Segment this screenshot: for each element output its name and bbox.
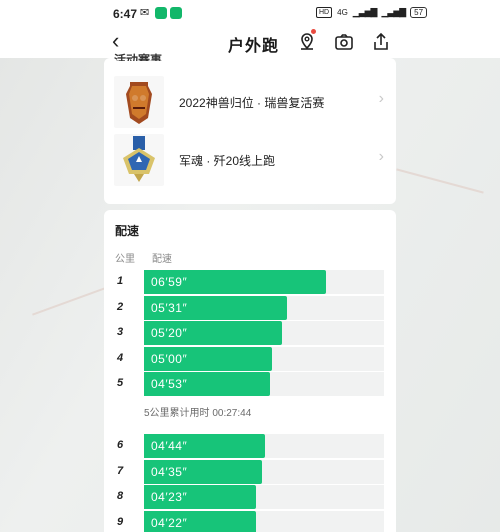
km-number: 3 <box>117 326 124 338</box>
km-number: 4 <box>117 351 124 364</box>
pace-row: 2 05′31″ <box>104 295 396 320</box>
pace-row: 7 04′35″ <box>104 459 396 484</box>
pace-value: 04′35″ <box>151 464 188 479</box>
pace-row: 8 04′23″ <box>104 485 396 509</box>
km-number: 7 <box>117 464 124 477</box>
pace-bar-track: 06′59″ <box>144 270 384 294</box>
pace-row: 9 04′22″ <box>104 510 396 532</box>
notification-icons: ✉ <box>140 7 182 19</box>
event-medal-image <box>114 76 164 128</box>
km-number: 2 <box>117 300 124 313</box>
pace-bar-track: 04′35″ <box>144 459 384 484</box>
pace-bar: 06′59″ <box>144 270 326 294</box>
back-icon[interactable]: ‹ <box>112 29 119 53</box>
network-type: 4G <box>337 8 348 17</box>
km-number: 8 <box>117 490 124 502</box>
pace-row: 1 06′59″ <box>104 270 396 294</box>
pace-value: 04′22″ <box>151 515 188 530</box>
pace-bar: 04′35″ <box>144 459 262 484</box>
km-number: 1 <box>117 275 124 287</box>
pace-bar-track: 04′53″ <box>144 372 384 396</box>
battery-icon: 57 <box>410 7 428 18</box>
column-header-pace: 配速 <box>152 254 172 265</box>
event-medal-image <box>114 134 164 186</box>
pace-bar-track: 05′00″ <box>144 346 384 371</box>
event-item[interactable]: 军魂 · 歼20线上跑 › <box>114 134 386 186</box>
pace-row: 3 05′20″ <box>104 321 396 345</box>
events-section-title: 活动赛事 <box>114 53 163 61</box>
notification-dot <box>311 29 316 34</box>
pace-bar: 05′00″ <box>144 346 272 371</box>
app-notification-icon <box>170 7 182 19</box>
camera-icon[interactable] <box>334 32 354 52</box>
pace-bar-track: 05′31″ <box>144 295 384 320</box>
pace-row: 5 04′53″ <box>104 372 396 396</box>
signal-icon: ▁▃▅▇ <box>352 7 378 17</box>
pace-bar: 05′20″ <box>144 321 282 345</box>
chevron-right-icon: › <box>378 90 384 107</box>
km-number: 9 <box>117 515 124 528</box>
pace-bar-track: 04′44″ <box>144 434 384 458</box>
km-number: 6 <box>117 439 124 451</box>
km-number: 5 <box>117 377 124 389</box>
hd-icon: HD <box>316 7 333 18</box>
chevron-right-icon: › <box>378 148 384 165</box>
battery-level: 57 <box>414 8 424 17</box>
page-title: 户外跑 <box>228 38 280 55</box>
pace-card: 配速 公里 配速 1 06′59″ 2 05′31″ 3 05′20″ 4 05′00″ 5 04… <box>104 210 396 532</box>
pace-value: 04′53″ <box>151 377 188 391</box>
pace-bar: 04′44″ <box>144 434 265 458</box>
pace-section-title: 配速 <box>115 224 140 238</box>
pace-row: 4 05′00″ <box>104 346 396 371</box>
pace-bar-track: 05′20″ <box>144 321 384 345</box>
app-notification-icon <box>155 7 167 19</box>
share-icon[interactable] <box>371 32 391 52</box>
pace-bar-track: 04′23″ <box>144 485 384 509</box>
pace-bar: 04′23″ <box>144 485 256 509</box>
event-item[interactable]: 2022神兽归位 · 瑞兽复活赛 › <box>114 76 386 128</box>
pace-value: 05′20″ <box>151 326 188 340</box>
status-bar: 6:47 ✉ HD 4G ▁▃▅▇ ▁▃▅▇ 57 <box>0 0 500 28</box>
pace-value: 04′44″ <box>151 439 188 453</box>
pace-value: 04′23″ <box>151 490 188 504</box>
column-header-km: 公里 <box>115 254 135 265</box>
cumulative-time: 5公里累计用时 00:27:44 <box>144 408 252 419</box>
pace-row: 6 04′44″ <box>104 434 396 458</box>
pace-value: 05′31″ <box>151 300 188 315</box>
signal-icon: ▁▃▅▇ <box>381 7 406 17</box>
top-nav: ‹ 户外跑 <box>0 28 500 58</box>
pace-bar-track: 04′22″ <box>144 510 384 532</box>
location-icon[interactable] <box>297 32 317 52</box>
message-icon: ✉ <box>140 7 150 19</box>
status-time: 6:47 <box>113 7 138 21</box>
pace-value: 06′59″ <box>151 275 188 289</box>
event-name: 2022神兽归位 · 瑞兽复活赛 <box>179 96 325 110</box>
pace-bar: 05′31″ <box>144 295 287 320</box>
pace-bar: 04′53″ <box>144 372 270 396</box>
event-name: 军魂 · 歼20线上跑 <box>179 154 276 168</box>
pace-bar: 04′22″ <box>144 510 256 532</box>
system-indicators: HD 4G ▁▃▅▇ ▁▃▅▇ 57 <box>316 7 428 18</box>
events-card: 活动赛事 2022神兽归位 · 瑞兽复活赛 › 军魂 · 歼20线上跑 › <box>104 53 396 204</box>
pace-value: 05′00″ <box>151 351 188 366</box>
